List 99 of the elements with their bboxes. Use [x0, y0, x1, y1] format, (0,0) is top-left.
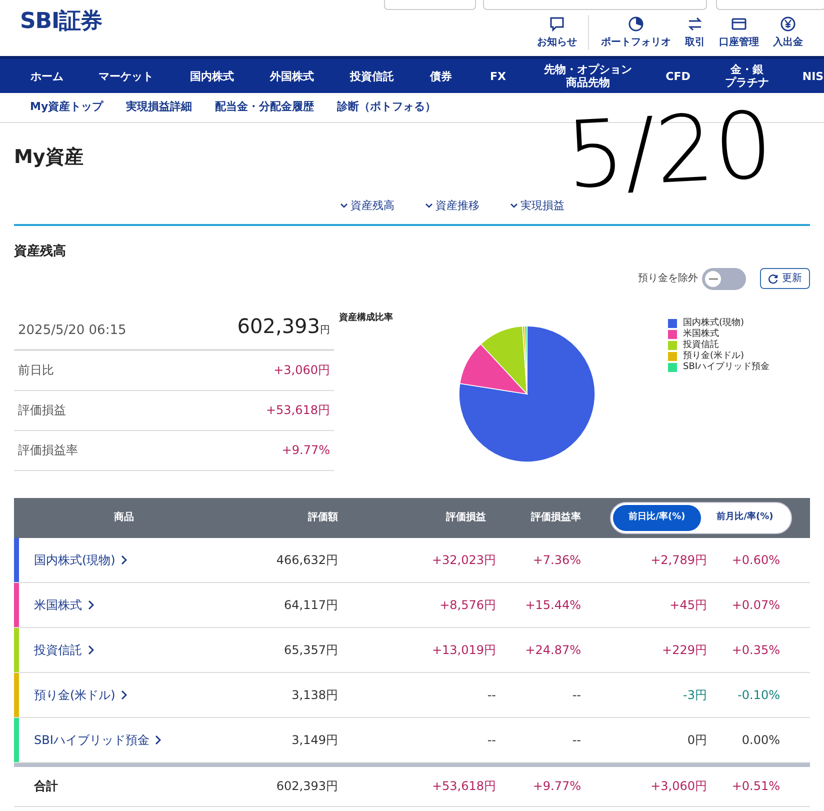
table-cell-text: +8,576円: [438, 596, 497, 614]
chevron-right-icon: [121, 690, 128, 700]
table-cell-text: 65,357円: [283, 642, 339, 658]
legend-label: 投資信託: [683, 340, 719, 350]
table-cell-text: 3,138円: [290, 686, 339, 704]
header-link[interactable]: お知らせ: [530, 15, 584, 50]
summary-label: 評価損益: [18, 402, 66, 419]
section-title: 資産残高: [14, 242, 66, 261]
column-header: 評価損益: [444, 510, 487, 525]
exclude-toggle[interactable]: [702, 268, 746, 290]
table-cell-text: --: [486, 686, 497, 704]
table-cell-text: +9.77%: [532, 778, 582, 795]
header-link[interactable]: 入出金: [766, 15, 810, 50]
nav-link[interactable]: 投資信託: [332, 70, 412, 82]
table-cell-text: 0円: [686, 732, 708, 748]
nav-link[interactable]: NIS: [788, 70, 824, 82]
chevron-down-icon: [340, 202, 348, 209]
summary-label: 前日比: [18, 362, 54, 379]
table-cell-text: +7.36%: [532, 552, 582, 568]
table-cell-text: -0.10%: [736, 686, 781, 704]
chevron-right-icon: [88, 600, 94, 610]
column-header: 評価損益率: [530, 510, 582, 525]
nav-link[interactable]: ホーム: [14, 70, 80, 82]
subnav-link[interactable]: 診断（ポトフォる）: [337, 99, 436, 116]
legend-label: 国内株式(現物): [683, 318, 744, 328]
chart-title: 資産構成比率: [339, 312, 393, 324]
anchor-link[interactable]: 資産推移: [424, 198, 480, 214]
summary-label: 評価損益率: [18, 442, 78, 459]
table-cell-text: +24.87%: [524, 642, 582, 658]
handwritten-note: 5/20: [563, 90, 776, 210]
yen-coin-icon: [779, 15, 797, 33]
table-cell-text: +53,618円: [430, 778, 497, 795]
anchor-link[interactable]: 実現損益: [510, 198, 564, 214]
nav-link[interactable]: FX: [470, 70, 526, 82]
date-time: 2025/5/20 06:15: [18, 322, 126, 340]
table-cell-text: +0.35%: [730, 642, 781, 658]
anchor-link[interactable]: 資産残高: [340, 198, 394, 214]
minus-icon: [708, 278, 718, 280]
logo[interactable]: SBI証券: [20, 5, 102, 38]
table-cell-text: +0.60%: [730, 552, 781, 568]
table-cell-text: 466,632円: [275, 552, 339, 568]
total-amount: 602,393 円: [237, 312, 330, 340]
header-link[interactable]: 口座管理: [712, 15, 766, 50]
table-cell-text: 602,393円: [275, 778, 339, 795]
legend-label: 預り金(米ドル): [683, 350, 744, 362]
table-cell-text: +32,023円: [430, 552, 497, 568]
summary-value: +9.77%: [282, 442, 330, 459]
product-link[interactable]: SBIハイブリッド預金: [34, 730, 162, 748]
header-link[interactable]: ポートフォリオ: [588, 15, 678, 50]
table-cell-text: +15.44%: [524, 596, 582, 614]
column-header: 商品: [113, 510, 135, 525]
table-cell-text: --: [486, 732, 497, 748]
column-header: 評価額: [306, 510, 339, 525]
table-cell-text: 64,117円: [283, 596, 339, 614]
chevron-right-icon: [121, 554, 128, 564]
table-cell-text: --: [571, 732, 582, 748]
table-cell-text: +229円: [661, 642, 708, 658]
table-cell-text: +0.07%: [730, 596, 781, 614]
nav-link[interactable]: 金・銀 プラチナ: [706, 63, 788, 89]
nav-link[interactable]: 債券: [412, 70, 470, 82]
toggle-label: 預り金を除外: [638, 272, 698, 286]
nav-link[interactable]: マーケット: [80, 70, 172, 82]
nav-link[interactable]: 国内株式: [172, 70, 252, 82]
table-cell-text: +45円: [668, 596, 708, 614]
table-cell-text: 0.00%: [740, 732, 781, 748]
table-cell-text: 3,149円: [290, 732, 339, 748]
product-link[interactable]: 預り金(米ドル): [34, 686, 128, 704]
table-cell-text: +2,789円: [650, 552, 708, 568]
table-cell-text: +13,019円: [430, 642, 497, 658]
swap-arrows-icon: [686, 15, 704, 33]
nav-link[interactable]: 先物・オプション 商品先物: [526, 63, 650, 89]
subnav-link[interactable]: My資産トップ: [30, 99, 104, 116]
table-cell-text: +3,060円: [650, 778, 708, 795]
table-cell-text: +0.51%: [730, 778, 781, 795]
product-link[interactable]: 米国株式: [34, 596, 94, 614]
subnav-link[interactable]: 実現損益詳細: [126, 99, 192, 116]
summary-value: +3,060円: [274, 362, 330, 379]
table-cell-text: -3円: [682, 686, 708, 704]
chevron-down-icon: [510, 202, 518, 209]
nav-link[interactable]: 外国株式: [252, 70, 332, 82]
product-link[interactable]: 投資信託: [34, 640, 94, 658]
table-cell-text: --: [571, 686, 582, 704]
header-link[interactable]: 取引: [678, 15, 712, 50]
subnav-link[interactable]: 配当金・分配金履歴: [215, 99, 314, 116]
total-label: 合計: [33, 778, 59, 795]
refresh-icon: [768, 274, 778, 284]
chevron-right-icon: [155, 734, 162, 744]
legend-label: 米国株式: [683, 328, 719, 340]
chevron-right-icon: [88, 644, 94, 654]
page-title: My資産: [14, 145, 84, 170]
summary-value: +53,618円: [266, 402, 330, 419]
pie-chart-icon: [627, 15, 645, 33]
period-tab[interactable]: 前日比/率(%): [613, 504, 701, 530]
chat-bubble-icon: [548, 15, 566, 33]
chevron-down-icon: [424, 202, 432, 209]
product-link[interactable]: 国内株式(現物): [34, 550, 128, 568]
nav-link[interactable]: CFD: [650, 70, 706, 82]
refresh-button[interactable]: 更新: [760, 268, 810, 289]
legend-label: SBIハイブリッド預金: [683, 362, 770, 372]
